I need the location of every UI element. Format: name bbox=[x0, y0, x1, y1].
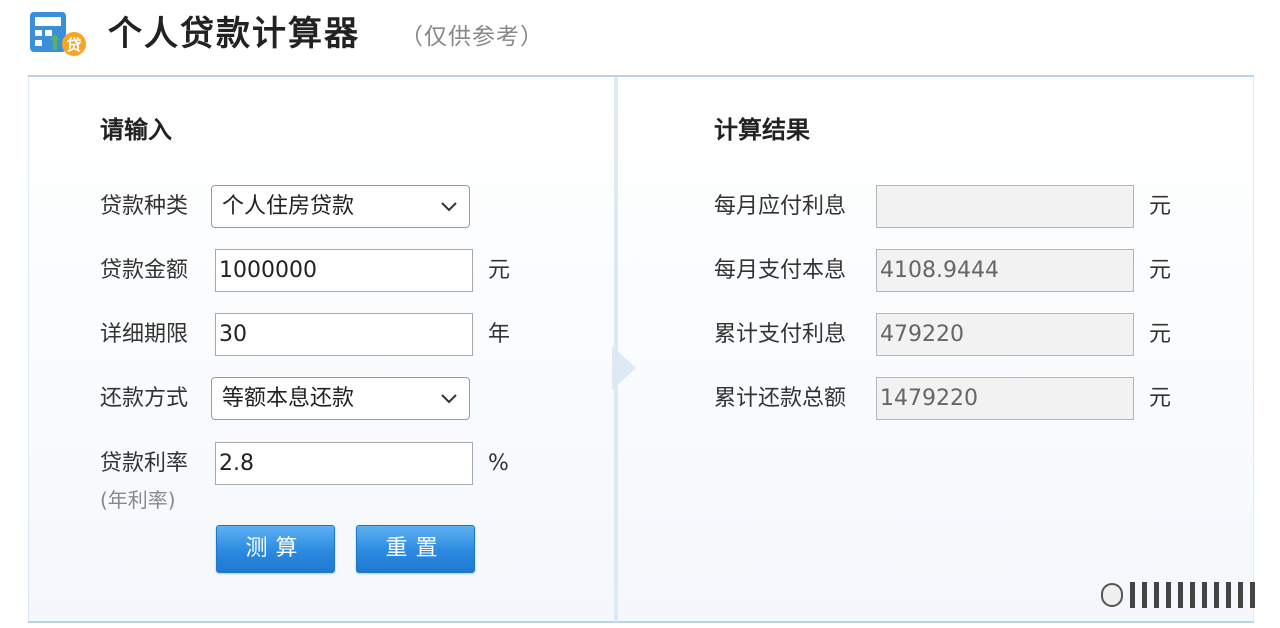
interest-rate-label: 贷款利率 bbox=[100, 451, 189, 476]
total-repayment-unit: 元 bbox=[1149, 386, 1172, 411]
repayment-method-select[interactable]: 等额本息还款 bbox=[211, 377, 470, 420]
reset-button[interactable]: 重置 bbox=[356, 525, 475, 573]
monthly-payment-label: 每月支付本息 bbox=[714, 258, 847, 283]
chevron-down-icon bbox=[441, 394, 457, 404]
header: 贷 个人贷款计算器 （仅供参考） bbox=[0, 0, 1280, 78]
monthly-payment-output: 4108.9444 bbox=[876, 249, 1134, 292]
repayment-method-value: 等额本息还款 bbox=[222, 386, 355, 411]
loan-amount-input[interactable]: 1000000 bbox=[215, 249, 473, 292]
loan-term-unit: 年 bbox=[488, 322, 511, 347]
interest-rate-sublabel: (年利率) bbox=[100, 488, 176, 512]
bottom-divider bbox=[28, 621, 1254, 623]
chevron-down-icon bbox=[441, 202, 457, 212]
page-subtitle: （仅供参考） bbox=[400, 24, 544, 50]
monthly-payment-unit: 元 bbox=[1149, 258, 1172, 283]
divider-arrow-icon bbox=[612, 346, 636, 390]
svg-text:贷: 贷 bbox=[66, 36, 81, 54]
total-repayment-label: 累计还款总额 bbox=[714, 386, 847, 411]
interest-rate-unit: % bbox=[488, 451, 509, 476]
loan-amount-unit: 元 bbox=[488, 258, 511, 283]
loan-type-value: 个人住房贷款 bbox=[222, 194, 355, 219]
monthly-interest-label: 每月应付利息 bbox=[714, 194, 847, 219]
interest-rate-input[interactable]: 2.8 bbox=[215, 442, 473, 485]
calculate-button[interactable]: 测算 bbox=[216, 525, 335, 573]
total-interest-unit: 元 bbox=[1149, 322, 1172, 347]
loan-amount-label: 贷款金额 bbox=[100, 258, 189, 283]
input-section-title: 请输入 bbox=[100, 116, 172, 144]
total-interest-label: 累计支付利息 bbox=[714, 322, 847, 347]
repayment-method-label: 还款方式 bbox=[100, 386, 189, 411]
monthly-interest-output bbox=[876, 185, 1134, 228]
watermark-logo bbox=[1100, 580, 1260, 610]
total-repayment-output: 1479220 bbox=[876, 377, 1134, 420]
total-interest-output: 479220 bbox=[876, 313, 1134, 356]
monthly-interest-unit: 元 bbox=[1149, 194, 1172, 219]
loan-type-label: 贷款种类 bbox=[100, 194, 189, 219]
loan-term-input[interactable]: 30 bbox=[215, 313, 473, 356]
page-title: 个人贷款计算器 bbox=[108, 14, 360, 54]
loan-calculator-icon: 贷 bbox=[28, 10, 86, 60]
loan-term-label: 详细期限 bbox=[100, 322, 189, 347]
result-section-title: 计算结果 bbox=[714, 116, 810, 144]
loan-type-select[interactable]: 个人住房贷款 bbox=[211, 185, 470, 228]
